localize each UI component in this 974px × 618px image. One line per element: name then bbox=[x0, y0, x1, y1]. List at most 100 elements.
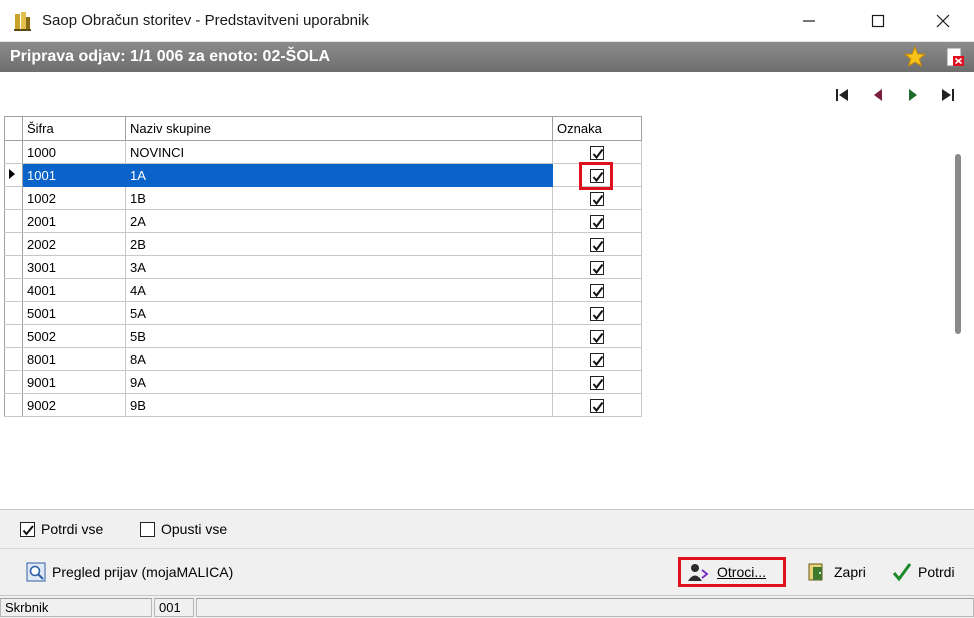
row-indicator[interactable] bbox=[4, 140, 23, 164]
table-row[interactable]: 5001 5A bbox=[4, 301, 642, 325]
cell-sifra[interactable]: 9001 bbox=[22, 370, 126, 394]
table-row[interactable]: 1001 1A bbox=[4, 163, 642, 187]
row-indicator[interactable] bbox=[4, 347, 23, 371]
cell-sifra[interactable]: 1000 bbox=[22, 140, 126, 164]
checkmark-icon bbox=[592, 217, 604, 228]
row-indicator[interactable] bbox=[4, 209, 23, 233]
cell-naziv[interactable]: 8A bbox=[125, 347, 553, 371]
current-row-icon bbox=[9, 168, 15, 179]
table-row[interactable]: 9001 9A bbox=[4, 370, 642, 394]
maximize-button[interactable] bbox=[849, 0, 907, 42]
oznaka-checkbox[interactable] bbox=[590, 398, 604, 413]
zapri-button[interactable]: Zapri bbox=[800, 557, 872, 587]
cell-sifra[interactable]: 5002 bbox=[22, 324, 126, 348]
table-row[interactable]: 3001 3A bbox=[4, 255, 642, 279]
children-icon bbox=[688, 564, 709, 581]
close-form-icon[interactable] bbox=[944, 46, 966, 68]
cell-oznaka bbox=[552, 393, 642, 417]
row-indicator[interactable] bbox=[4, 186, 23, 210]
first-record-button[interactable] bbox=[832, 84, 852, 106]
column-header-sifra[interactable]: Šifra bbox=[22, 116, 126, 141]
cell-oznaka bbox=[552, 209, 642, 233]
table-row[interactable]: 1000 NOVINCI bbox=[4, 140, 642, 164]
cell-sifra[interactable]: 2001 bbox=[22, 209, 126, 233]
last-record-button[interactable] bbox=[938, 84, 958, 106]
close-window-button[interactable] bbox=[914, 0, 972, 42]
table-row[interactable]: 4001 4A bbox=[4, 278, 642, 302]
minimize-icon bbox=[803, 20, 815, 22]
previous-record-button[interactable] bbox=[868, 84, 888, 106]
row-indicator[interactable] bbox=[4, 163, 23, 187]
row-indicator[interactable] bbox=[4, 232, 23, 256]
table-row[interactable]: 5002 5B bbox=[4, 324, 642, 348]
vertical-scrollbar[interactable] bbox=[955, 154, 961, 334]
table-row[interactable]: 9002 9B bbox=[4, 393, 642, 417]
oznaka-checkbox[interactable] bbox=[590, 145, 604, 160]
potrdi-vse-checkbox[interactable] bbox=[20, 521, 35, 537]
column-header-oznaka[interactable]: Oznaka bbox=[552, 116, 642, 141]
cell-sifra[interactable]: 4001 bbox=[22, 278, 126, 302]
cell-naziv[interactable]: 5B bbox=[125, 324, 553, 348]
checkmark-icon bbox=[592, 378, 604, 389]
cell-naziv[interactable]: 2B bbox=[125, 232, 553, 256]
oznaka-checkbox[interactable] bbox=[590, 283, 604, 298]
favorite-star-icon[interactable] bbox=[903, 45, 927, 68]
opusti-vse-checkbox[interactable] bbox=[140, 521, 155, 537]
oznaka-checkbox[interactable] bbox=[590, 329, 604, 344]
row-indicator[interactable] bbox=[4, 370, 23, 394]
cell-sifra[interactable]: 3001 bbox=[22, 255, 126, 279]
cell-naziv[interactable]: 4A bbox=[125, 278, 553, 302]
otroci-button[interactable]: Otroci... bbox=[678, 557, 786, 587]
cell-sifra[interactable]: 5001 bbox=[22, 301, 126, 325]
cell-naziv[interactable]: 3A bbox=[125, 255, 553, 279]
checkmark-icon bbox=[592, 240, 604, 251]
cell-naziv[interactable]: 5A bbox=[125, 301, 553, 325]
oznaka-checkbox[interactable] bbox=[590, 306, 604, 321]
oznaka-checkbox[interactable] bbox=[590, 260, 604, 275]
oznaka-checkbox[interactable] bbox=[590, 375, 604, 390]
row-indicator[interactable] bbox=[4, 278, 23, 302]
cell-sifra[interactable]: 2002 bbox=[22, 232, 126, 256]
row-indicator[interactable] bbox=[4, 255, 23, 279]
groups-table: Šifra Naziv skupine Oznaka 1000 NOVINCI 10… bbox=[4, 116, 642, 417]
cell-sifra[interactable]: 8001 bbox=[22, 347, 126, 371]
checkmark-icon bbox=[22, 524, 34, 536]
oznaka-checkbox[interactable] bbox=[590, 191, 604, 206]
oznaka-checkbox[interactable] bbox=[590, 214, 604, 229]
minimize-button[interactable] bbox=[780, 0, 838, 42]
potrdi-button[interactable]: Potrdi bbox=[886, 557, 961, 587]
magnifier-document-icon bbox=[26, 562, 46, 582]
cell-sifra[interactable]: 1001 bbox=[22, 163, 126, 187]
status-bar: Skrbnik 001 bbox=[0, 595, 974, 618]
form-header: Priprava odjav: 1/1 006 za enoto: 02-ŠOL… bbox=[0, 42, 974, 72]
row-indicator-header bbox=[4, 116, 23, 141]
cell-naziv[interactable]: 9A bbox=[125, 370, 553, 394]
next-record-button[interactable] bbox=[903, 84, 923, 106]
table-row[interactable]: 8001 8A bbox=[4, 347, 642, 371]
cell-naziv[interactable]: 2A bbox=[125, 209, 553, 233]
cell-sifra[interactable]: 9002 bbox=[22, 393, 126, 417]
pregled-prijav-button[interactable]: Pregled prijav (mojaMALICA) bbox=[20, 557, 239, 587]
table-row[interactable]: 2001 2A bbox=[4, 209, 642, 233]
selection-options: Potrdi vse Opusti vse bbox=[0, 511, 974, 547]
cell-naziv[interactable]: 1A bbox=[125, 163, 553, 187]
table-row[interactable]: 2002 2B bbox=[4, 232, 642, 256]
cell-naziv[interactable]: NOVINCI bbox=[125, 140, 553, 164]
checkmark-icon bbox=[592, 148, 604, 159]
row-indicator[interactable] bbox=[4, 324, 23, 348]
opusti-vse-option[interactable]: Opusti vse bbox=[140, 521, 227, 537]
last-record-icon bbox=[942, 89, 954, 101]
table-row[interactable]: 1002 1B bbox=[4, 186, 642, 210]
cell-naziv[interactable]: 1B bbox=[125, 186, 553, 210]
app-logo-icon bbox=[12, 10, 32, 32]
column-header-naziv[interactable]: Naziv skupine bbox=[125, 116, 553, 141]
cell-sifra[interactable]: 1002 bbox=[22, 186, 126, 210]
cell-oznaka bbox=[552, 278, 642, 302]
otroci-label: Otroci... bbox=[717, 564, 767, 580]
oznaka-checkbox[interactable] bbox=[590, 352, 604, 367]
potrdi-vse-option[interactable]: Potrdi vse bbox=[20, 521, 103, 537]
cell-naziv[interactable]: 9B bbox=[125, 393, 553, 417]
row-indicator[interactable] bbox=[4, 301, 23, 325]
oznaka-checkbox[interactable] bbox=[590, 237, 604, 252]
row-indicator[interactable] bbox=[4, 393, 23, 417]
